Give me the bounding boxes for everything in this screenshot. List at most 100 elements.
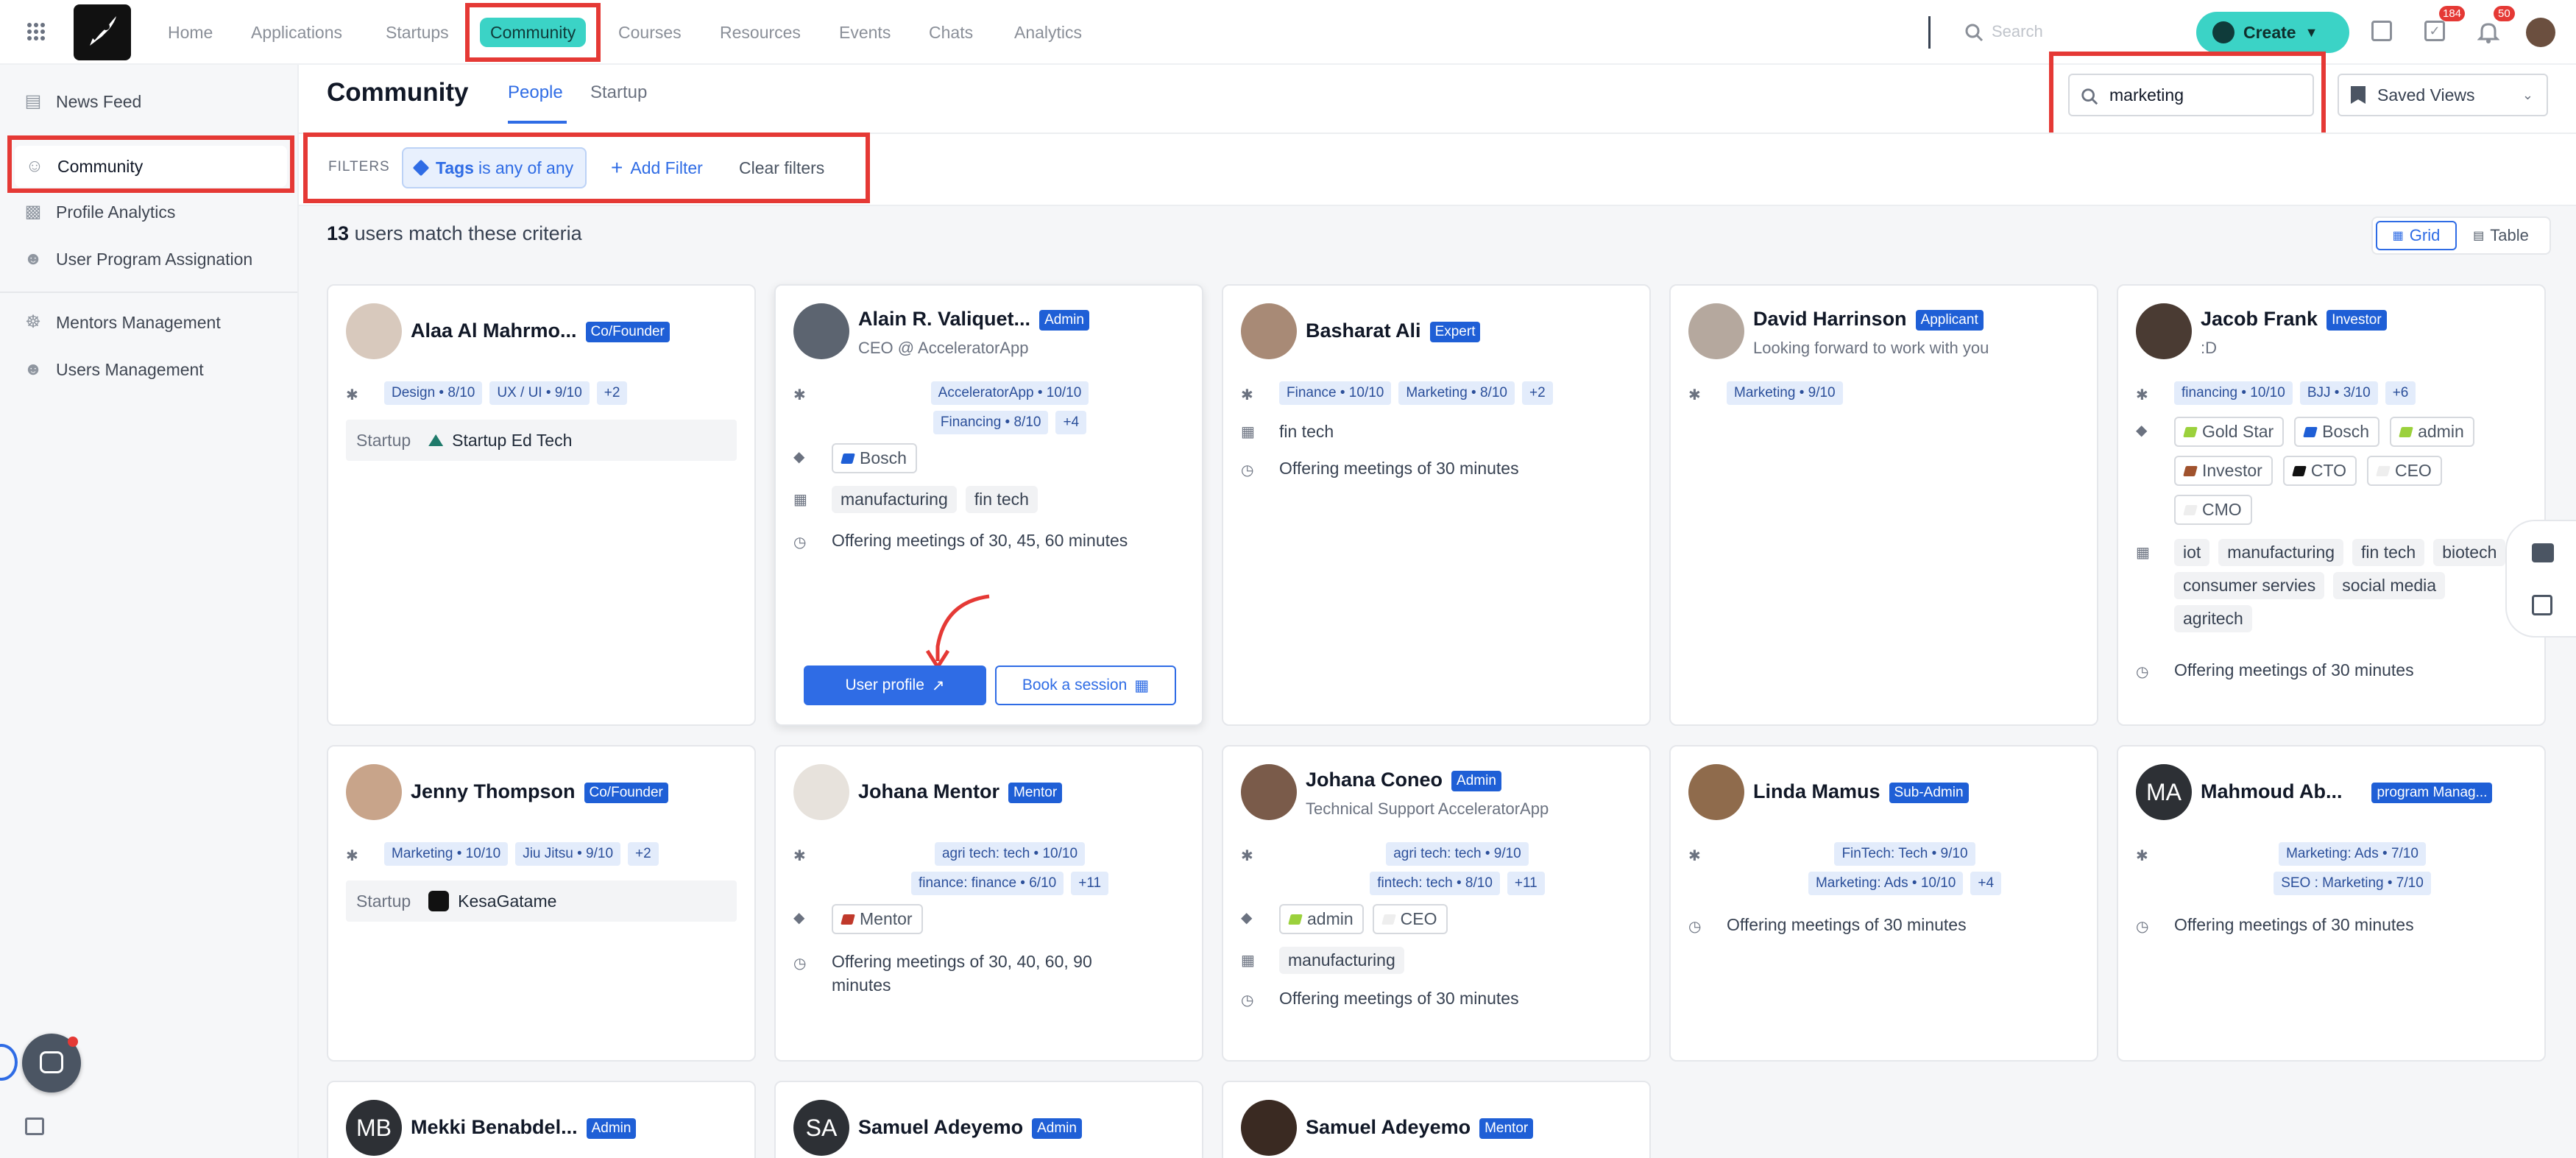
- nav-home[interactable]: Home: [168, 19, 213, 46]
- user-profile-button[interactable]: User profile ↗: [804, 666, 986, 705]
- startup-row[interactable]: Startup KesaGatame: [346, 880, 737, 922]
- nav-applications[interactable]: Applications: [251, 19, 342, 46]
- user-card[interactable]: SA Samuel Adeyemo Admin: [774, 1081, 1203, 1158]
- view-table-button[interactable]: ▤ Table: [2457, 221, 2545, 250]
- sidebar-item-news-feed[interactable]: ▤ News Feed: [22, 81, 142, 122]
- sidebar-item-label: User Program Assignation: [56, 249, 253, 269]
- nav-startups[interactable]: Startups: [386, 19, 449, 46]
- puzzle-icon: ✱: [1241, 848, 1253, 864]
- launcher-ring[interactable]: [0, 1044, 18, 1081]
- skills-row: ✱ AcceleratorApp • 10/10 Financing • 8/1…: [793, 381, 1187, 434]
- tasks-icon[interactable]: ✓: [2424, 21, 2445, 41]
- avatar: MB: [346, 1100, 402, 1156]
- app-logo[interactable]: [74, 4, 131, 60]
- skill-badge: fintech: tech • 8/10: [1370, 872, 1500, 895]
- tab-startup[interactable]: Startup: [590, 82, 647, 103]
- skill-badge: Finance • 10/10: [1279, 381, 1392, 405]
- meetings-row: ◷ Offering meetings of 30 minutes: [2136, 913, 2530, 936]
- skill-badge-more[interactable]: +2: [1521, 381, 1553, 405]
- user-card[interactable]: Samuel Adeyemo Mentor: [1222, 1081, 1651, 1158]
- meetings-row: ◷ Offering meetings of 30 minutes: [1688, 913, 2082, 936]
- skill-badge-more[interactable]: +4: [1055, 411, 1087, 434]
- highlight-filters: [303, 133, 870, 203]
- nav-resources[interactable]: Resources: [720, 19, 801, 46]
- puzzle-icon: ✱: [1241, 387, 1253, 403]
- user-card[interactable]: MB Mekki Benabdel... Admin: [327, 1081, 756, 1158]
- skill-badge: Marketing: Ads • 10/10: [1808, 872, 1964, 895]
- industry-chip: manufacturing: [1279, 947, 1404, 974]
- global-search-input[interactable]: Search: [1992, 22, 2043, 41]
- tags-row: ◆ Bosch: [793, 443, 1187, 473]
- skill-badge-more[interactable]: +2: [596, 381, 628, 405]
- chat-widget-button[interactable]: [22, 1034, 81, 1092]
- user-card[interactable]: MA Mahmoud Ab... program Manag... ✱ Marke…: [2117, 745, 2546, 1062]
- sidebar-item-mentors-management[interactable]: ☸ Mentors Management: [22, 302, 221, 343]
- avatar: [346, 303, 402, 359]
- tag-text: Investor: [2202, 461, 2262, 480]
- apps-grid-icon[interactable]: [26, 22, 46, 41]
- user-card[interactable]: David Harrinson Applicant Looking forward…: [1669, 284, 2098, 726]
- skill-badge-more[interactable]: +11: [1507, 872, 1545, 895]
- user-card[interactable]: Johana Mentor Mentor ✱ agri tech: tech • …: [774, 745, 1203, 1062]
- puzzle-icon: ✱: [793, 848, 806, 864]
- puzzle-icon: ✱: [346, 848, 358, 864]
- avatar: MA: [2136, 764, 2192, 820]
- user-card[interactable]: Johana Coneo Admin Technical Support Acce…: [1222, 745, 1651, 1062]
- skill-badge: finance: finance • 6/10: [910, 872, 1064, 895]
- building-icon: ▦: [2136, 545, 2150, 561]
- create-label: Create: [2243, 22, 2296, 42]
- nav-chats[interactable]: Chats: [929, 19, 973, 46]
- search-icon[interactable]: [1964, 22, 1984, 46]
- tab-people[interactable]: People: [508, 82, 563, 103]
- nav-courses[interactable]: Courses: [618, 19, 682, 46]
- create-button[interactable]: Create ▼: [2196, 12, 2349, 53]
- nav-analytics[interactable]: Analytics: [1014, 19, 1082, 46]
- skill-badge: AcceleratorApp • 10/10: [930, 381, 1089, 405]
- sidebar-item-users-management[interactable]: ☻ Users Management: [22, 349, 203, 390]
- user-card[interactable]: Alaa Al Mahrmo... Co/Founder ✱ Design • 8…: [327, 284, 756, 726]
- skill-badge: FinTech: Tech • 9/10: [1834, 842, 1975, 866]
- sidebar-item-user-program-assignation[interactable]: ☻ User Program Assignation: [22, 239, 252, 280]
- building-icon: ▦: [1241, 953, 1255, 969]
- view-grid-button[interactable]: ▦ Grid: [2376, 221, 2457, 250]
- sidebar-item-profile-analytics[interactable]: ▩ Profile Analytics: [22, 191, 176, 233]
- user-card[interactable]: Jenny Thompson Co/Founder ✱ Marketing • 1…: [327, 745, 756, 1062]
- skills-row: ✱ Design • 8/10 UX / UI • 9/10 +2: [346, 381, 740, 405]
- skill-badge: Marketing • 10/10: [384, 842, 509, 866]
- nav-events[interactable]: Events: [839, 19, 891, 46]
- sidebar-item-label: Profile Analytics: [56, 202, 176, 222]
- comment-icon[interactable]: [2532, 543, 2554, 562]
- skill-badge: Design • 8/10: [384, 381, 483, 405]
- edit-icon[interactable]: [2532, 595, 2552, 615]
- skills-row: ✱ agri tech: tech • 10/10 finance: finan…: [793, 842, 1187, 895]
- bell-icon[interactable]: [2477, 21, 2500, 48]
- collapse-sidebar-icon[interactable]: [25, 1118, 44, 1135]
- skill-badge-more[interactable]: +2: [628, 842, 659, 866]
- book-session-button[interactable]: Book a session ▦: [995, 666, 1176, 705]
- avatar: [1241, 303, 1297, 359]
- user-avatar[interactable]: [2526, 18, 2555, 47]
- role-badge: Mentor: [1008, 782, 1063, 803]
- user-name-text: Samuel Adeyemo: [858, 1116, 1024, 1138]
- user-subtitle: CEO @ AcceleratorApp: [858, 339, 1029, 357]
- startup-row[interactable]: Startup Startup Ed Tech: [346, 420, 737, 461]
- user-card[interactable]: Alain R. Valiquet... Admin CEO @ Accelera…: [774, 284, 1203, 726]
- user-card[interactable]: Basharat Ali Expert ✱ Finance • 10/10 Mar…: [1222, 284, 1651, 726]
- role-badge: Expert: [1429, 321, 1481, 342]
- grid-icon: ▦: [2392, 230, 2404, 242]
- tag-color-icon: [2291, 465, 2307, 476]
- user-name-text: Mekki Benabdel...: [411, 1116, 578, 1138]
- tag-chip: Gold Star: [2174, 417, 2285, 447]
- skill-badge-more[interactable]: +4: [1970, 872, 2002, 895]
- saved-views-select[interactable]: Saved Views ⌄: [2338, 74, 2548, 116]
- calendar-icon[interactable]: [2371, 21, 2392, 41]
- user-card[interactable]: Jacob Frank Investor :D ✱ financing • 10/…: [2117, 284, 2546, 726]
- meetings-row: ◷ Offering meetings of 30, 40, 60, 90 mi…: [793, 950, 1187, 997]
- tag-chip: Mentor: [832, 904, 923, 934]
- industries-row: ▦ manufacturing: [1241, 947, 1635, 974]
- tag-text: Gold Star: [2202, 422, 2274, 441]
- skill-badge-more[interactable]: +6: [2385, 381, 2416, 405]
- user-card[interactable]: Linda Mamus Sub-Admin ✱ FinTech: Tech • 9…: [1669, 745, 2098, 1062]
- skill-badge-more[interactable]: +11: [1071, 872, 1109, 895]
- puzzle-icon: ✱: [1688, 387, 1701, 403]
